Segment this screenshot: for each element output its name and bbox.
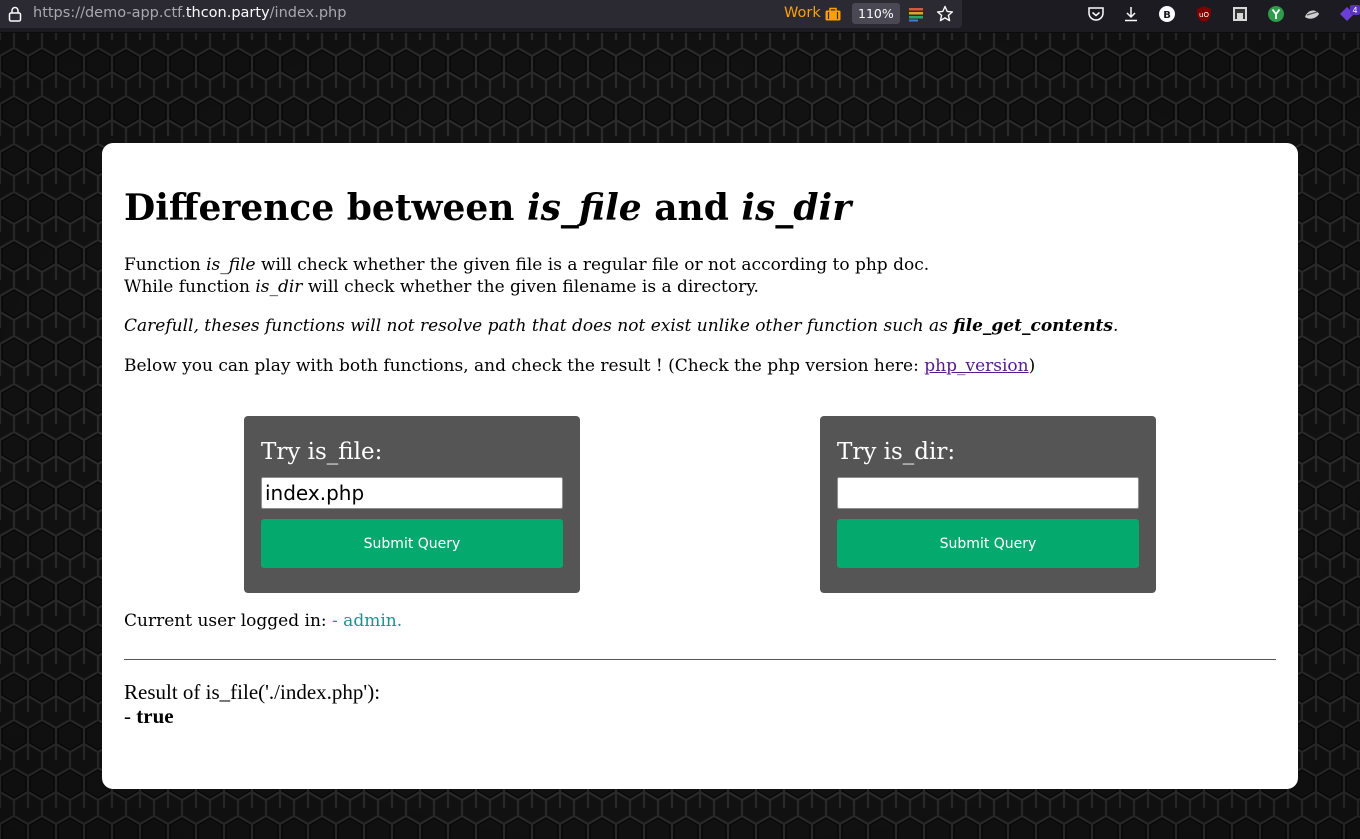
php-version-link[interactable]: php_version (924, 356, 1028, 376)
divider (124, 659, 1276, 660)
page-title: Difference between is_file and is_dir (124, 187, 851, 229)
warning-text-b: . (1112, 316, 1119, 336)
title-fn-is-dir: is_dir (741, 187, 852, 229)
play-text-b: ) (1028, 356, 1036, 376)
play-text-a: Below you can play with both functions, … (124, 356, 925, 376)
ublock-icon[interactable]: uO (1195, 5, 1213, 23)
svg-text:uO: uO (1199, 11, 1209, 19)
address-bar[interactable]: https://demo-app.ctf.thcon.party/index.p… (0, 0, 962, 28)
bookmark-star-icon[interactable] (936, 5, 954, 23)
line1-text-b: will check whether the given file is a r… (255, 255, 930, 275)
privacy-badger-icon[interactable] (1267, 5, 1285, 23)
line1-text-a: Function (124, 255, 207, 275)
current-user-value: - admin. (332, 611, 403, 631)
warning-text: Carefull, theses functions will not reso… (124, 315, 1118, 337)
is-file-form: Try is_file: Submit Query (244, 416, 580, 593)
is-dir-form-title: Try is_dir: (837, 439, 956, 465)
extensions-menu-icon[interactable]: 4 (1338, 5, 1360, 23)
is-file-input[interactable] (261, 477, 563, 509)
is-dir-submit-button[interactable]: Submit Query (837, 519, 1139, 568)
line2-text-a: While function (124, 277, 256, 297)
result-value-line: - true (124, 704, 174, 729)
lock-icon[interactable] (8, 6, 22, 22)
extension-icon[interactable] (1231, 5, 1249, 23)
line2-text-b: will check whether the given filename is… (302, 277, 759, 297)
current-user-line: Current user logged in: - admin. (124, 611, 402, 631)
pocket-icon[interactable] (1087, 5, 1105, 23)
container-label[interactable]: Work (784, 5, 821, 21)
play-instructions: Below you can play with both functions, … (124, 355, 1035, 377)
is-dir-form: Try is_dir: Submit Query (820, 416, 1156, 593)
content-card: Difference between is_file and is_dir Fu… (102, 143, 1298, 789)
reader-bars-icon[interactable] (908, 6, 924, 22)
is-dir-input[interactable] (837, 477, 1139, 509)
browser-toolbar: https://demo-app.ctf.thcon.party/index.p… (0, 0, 1360, 33)
description-line-2: While function is_dir will check whether… (124, 276, 759, 298)
title-fn-is-file: is_file (526, 187, 642, 229)
is-file-submit-button[interactable]: Submit Query (261, 519, 563, 568)
description-line-1: Function is_file will check whether the … (124, 254, 929, 276)
url-path: /index.php (269, 5, 347, 21)
zoom-level-badge[interactable]: 110% (852, 3, 900, 24)
url-prefix: https://demo-app.ctf. (33, 5, 186, 21)
extensions-badge: 4 (1352, 6, 1357, 15)
result-value: true (136, 704, 174, 728)
download-icon[interactable] (1122, 5, 1140, 23)
result-prefix: - (124, 704, 137, 728)
briefcase-icon[interactable] (825, 7, 841, 21)
bitwarden-icon[interactable]: B (1158, 5, 1176, 23)
line2-fn: is_dir (255, 277, 303, 297)
warning-fn: file_get_contents (953, 316, 1113, 336)
current-user-label: Current user logged in: (124, 611, 333, 631)
title-prefix: Difference between (124, 187, 527, 229)
cookie-icon[interactable] (1303, 5, 1321, 23)
url-host: thcon.party (185, 5, 270, 21)
is-file-form-title: Try is_file: (261, 439, 383, 465)
title-mid: and (641, 187, 742, 229)
result-label: Result of is_file('./index.php'): (124, 680, 381, 704)
line1-fn: is_file (206, 255, 256, 275)
svg-text:B: B (1163, 10, 1171, 21)
warning-text-a: Carefull, theses functions will not reso… (124, 316, 954, 336)
url-text[interactable]: https://demo-app.ctf.thcon.party/index.p… (33, 5, 346, 21)
